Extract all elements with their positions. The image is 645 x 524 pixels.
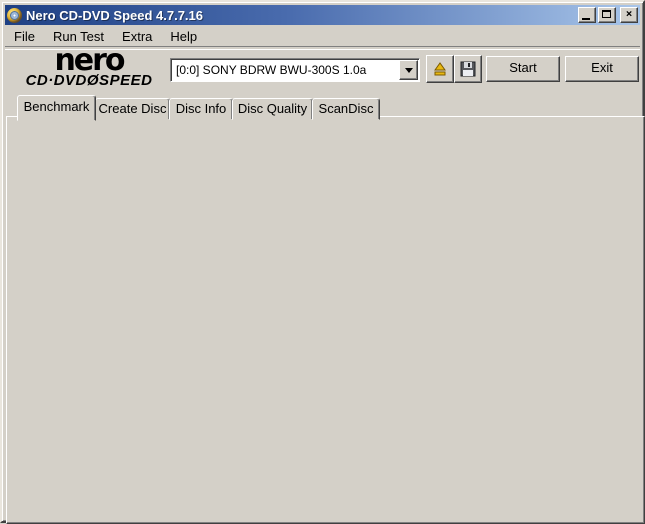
drive-selector[interactable]: [0:0] SONY BDRW BWU-300S 1.0a — [170, 58, 420, 82]
save-button[interactable] — [454, 55, 482, 83]
app-icon — [7, 8, 22, 23]
nero-logo-wordmark: nero — [8, 49, 170, 73]
chevron-down-icon — [405, 68, 413, 77]
tab-disc-info[interactable]: Disc Info — [169, 98, 233, 120]
menu-file[interactable]: File — [5, 27, 44, 46]
tab-scandisc[interactable]: ScanDisc — [312, 98, 380, 120]
nero-logo-subtitle: CD·DVDØSPEED — [8, 73, 170, 89]
window-title: Nero CD-DVD Speed 4.7.7.16 — [26, 8, 576, 23]
tab-benchmark[interactable]: Benchmark — [17, 95, 96, 121]
tab-disc-quality[interactable]: Disc Quality — [232, 98, 313, 120]
title-bar: Nero CD-DVD Speed 4.7.7.16 × — [5, 5, 640, 25]
nero-logo: nero CD·DVDØSPEED — [8, 49, 170, 89]
tab-content-panel — [6, 116, 645, 524]
drive-selector-dropdown-button[interactable] — [399, 60, 418, 80]
close-button[interactable]: × — [620, 7, 638, 23]
maximize-icon — [602, 10, 611, 18]
menu-help[interactable]: Help — [161, 27, 206, 46]
minimize-icon — [582, 18, 590, 20]
start-button[interactable]: Start — [486, 56, 560, 82]
save-floppy-icon — [459, 60, 477, 78]
eject-tools-icon — [431, 60, 449, 78]
eject-button[interactable] — [426, 55, 454, 83]
drive-selector-value: [0:0] SONY BDRW BWU-300S 1.0a — [171, 63, 398, 77]
exit-button[interactable]: Exit — [565, 56, 639, 82]
close-icon: × — [621, 8, 637, 22]
app-window: Nero CD-DVD Speed 4.7.7.16 × File Run Te… — [0, 0, 645, 523]
minimize-button[interactable] — [578, 7, 596, 23]
maximize-button[interactable] — [598, 7, 616, 23]
tab-create-disc[interactable]: Create Disc — [95, 98, 170, 120]
